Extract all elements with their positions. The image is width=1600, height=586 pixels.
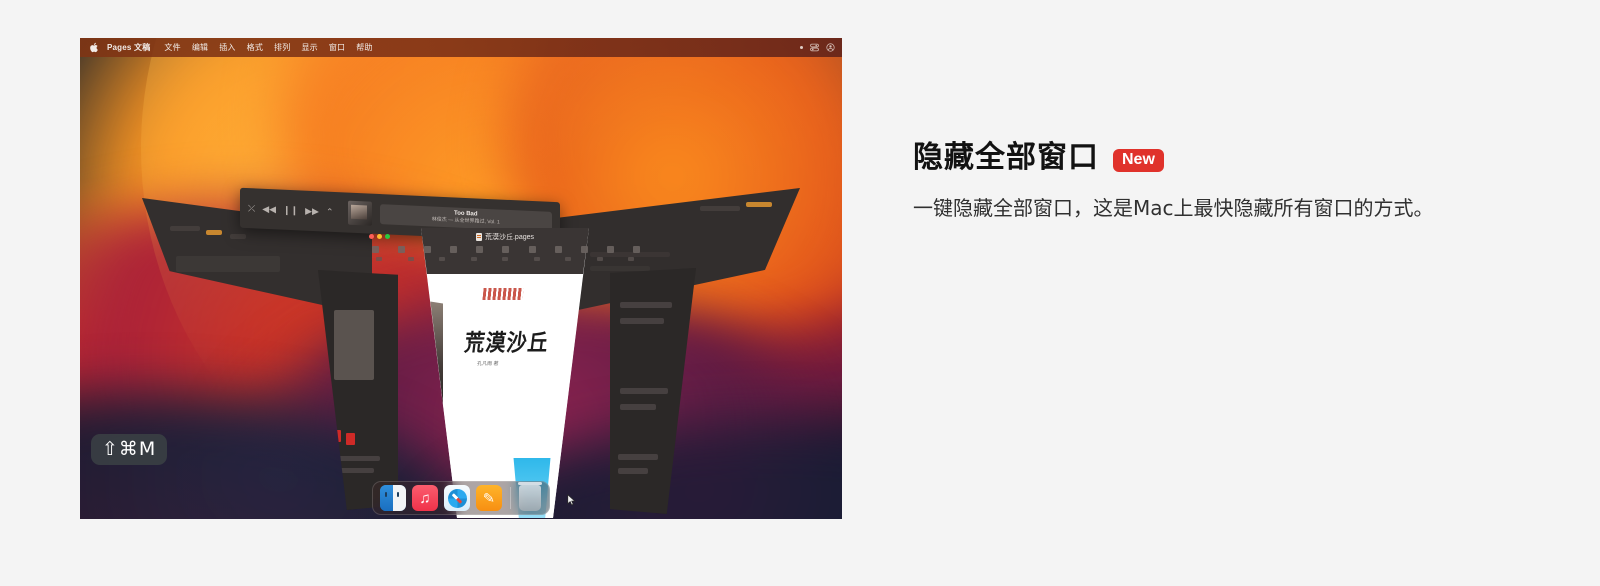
pages-toolbar-icons[interactable] <box>372 246 640 253</box>
album-artwork <box>347 200 372 226</box>
menu-bar-status-area[interactable] <box>800 43 835 52</box>
menu-item-window[interactable]: 窗口 <box>329 42 345 53</box>
previous-icon[interactable]: ◀◀ <box>262 203 276 215</box>
macos-menu-bar[interactable]: Pages 文稿 文件 编辑 插入 格式 排列 显示 窗口 帮助 <box>80 38 842 57</box>
view-icon[interactable] <box>372 246 379 253</box>
menu-item-arrange[interactable]: 排列 <box>274 42 290 53</box>
airplay-icon[interactable]: ⌃ <box>326 206 334 217</box>
menu-item-format[interactable]: 格式 <box>247 42 263 53</box>
keyboard-shortcut-badge: ⇧⌘M <box>91 434 168 465</box>
pages-document-title: 荒漠沙丘.pages <box>484 234 535 241</box>
document-photo <box>427 296 443 424</box>
comment-icon[interactable] <box>580 246 588 253</box>
insert-icon[interactable] <box>424 246 432 253</box>
finder-icon[interactable] <box>380 485 406 511</box>
share-icon[interactable] <box>606 246 614 253</box>
toolbar-label <box>376 257 382 261</box>
sidebar-red-chip <box>346 433 355 445</box>
new-badge: New <box>1113 148 1164 172</box>
safari-icon[interactable] <box>444 485 470 511</box>
toolbar-label <box>470 257 477 261</box>
document-heading: 荒漠沙丘 <box>463 330 551 357</box>
document-icon <box>475 233 482 241</box>
user-account-icon[interactable] <box>826 43 835 52</box>
menu-item-view[interactable]: 显示 <box>301 42 317 53</box>
pause-icon[interactable]: ❙❙ <box>283 204 298 216</box>
next-icon[interactable]: ▶▶ <box>305 205 319 217</box>
text-icon[interactable] <box>502 246 510 253</box>
feature-copy: 隐藏全部窗口 New 一键隐藏全部窗口，这是Mac上最快隐藏所有窗口的方式。 <box>913 140 1493 224</box>
page-title: 隐藏全部窗口 <box>913 140 1099 175</box>
toolbar-label <box>502 257 508 261</box>
menu-item-file[interactable]: 文件 <box>164 42 180 53</box>
toolbar-label <box>533 257 540 261</box>
document-subheading: 孔凡雨 著 <box>476 361 499 367</box>
format-icon[interactable] <box>632 246 640 253</box>
menu-item-help[interactable]: 帮助 <box>356 42 372 53</box>
now-playing-info: Too Bad 林俊杰 — 从全世界路过, Vol. 1 <box>379 203 552 233</box>
shape-icon[interactable] <box>528 246 536 253</box>
sidebar-red-chip <box>332 430 341 442</box>
menu-item-pages[interactable]: Pages 文稿 <box>107 42 150 53</box>
chart-icon[interactable] <box>476 246 484 253</box>
toolbar-label <box>407 257 414 261</box>
feature-screenshot: ⤫ ◀◀ ❙❙ ▶▶ ⌃ Too Bad 林俊杰 — 从全世界路过, Vol. … <box>80 38 842 519</box>
macos-dock[interactable]: ♫ ✎ <box>372 481 550 515</box>
pages-title-bar: 荒漠沙丘.pages <box>355 232 655 242</box>
dock-divider <box>510 487 511 509</box>
shuffle-icon[interactable]: ⤫ <box>248 203 255 214</box>
feature-description: 一键隐藏全部窗口，这是Mac上最快隐藏所有窗口的方式。 <box>913 196 1434 220</box>
trash-icon[interactable] <box>518 482 542 511</box>
mouse-cursor-icon <box>567 494 576 506</box>
feature-heading-row: 隐藏全部窗口 New <box>913 140 1493 176</box>
window-funnel: ⤫ ◀◀ ❙❙ ▶▶ ⌃ Too Bad 林俊杰 — 从全世界路过, Vol. … <box>80 38 842 519</box>
music-controls[interactable]: ⤫ ◀◀ ❙❙ ▶▶ ⌃ <box>248 203 334 218</box>
toolbar-label <box>565 257 571 261</box>
pages-left-sidebar[interactable] <box>318 270 398 510</box>
pages-toolbar-labels <box>376 257 634 261</box>
media-icon[interactable] <box>554 246 562 253</box>
zoom-level-icon[interactable] <box>398 246 406 253</box>
document-kicker <box>482 288 524 300</box>
notes-icon[interactable]: ✎ <box>476 485 502 511</box>
table-icon[interactable] <box>450 246 458 253</box>
status-dot-icon[interactable] <box>800 46 803 49</box>
control-center-icon[interactable] <box>810 43 819 52</box>
menu-item-edit[interactable]: 编辑 <box>192 42 208 53</box>
music-icon[interactable]: ♫ <box>412 485 438 511</box>
toolbar-label <box>628 257 634 261</box>
toolbar-label <box>596 257 603 261</box>
pages-right-sidebar[interactable] <box>610 268 696 514</box>
menu-item-insert[interactable]: 插入 <box>219 42 235 53</box>
toolbar-label <box>439 257 445 261</box>
apple-logo-icon[interactable] <box>90 42 99 53</box>
